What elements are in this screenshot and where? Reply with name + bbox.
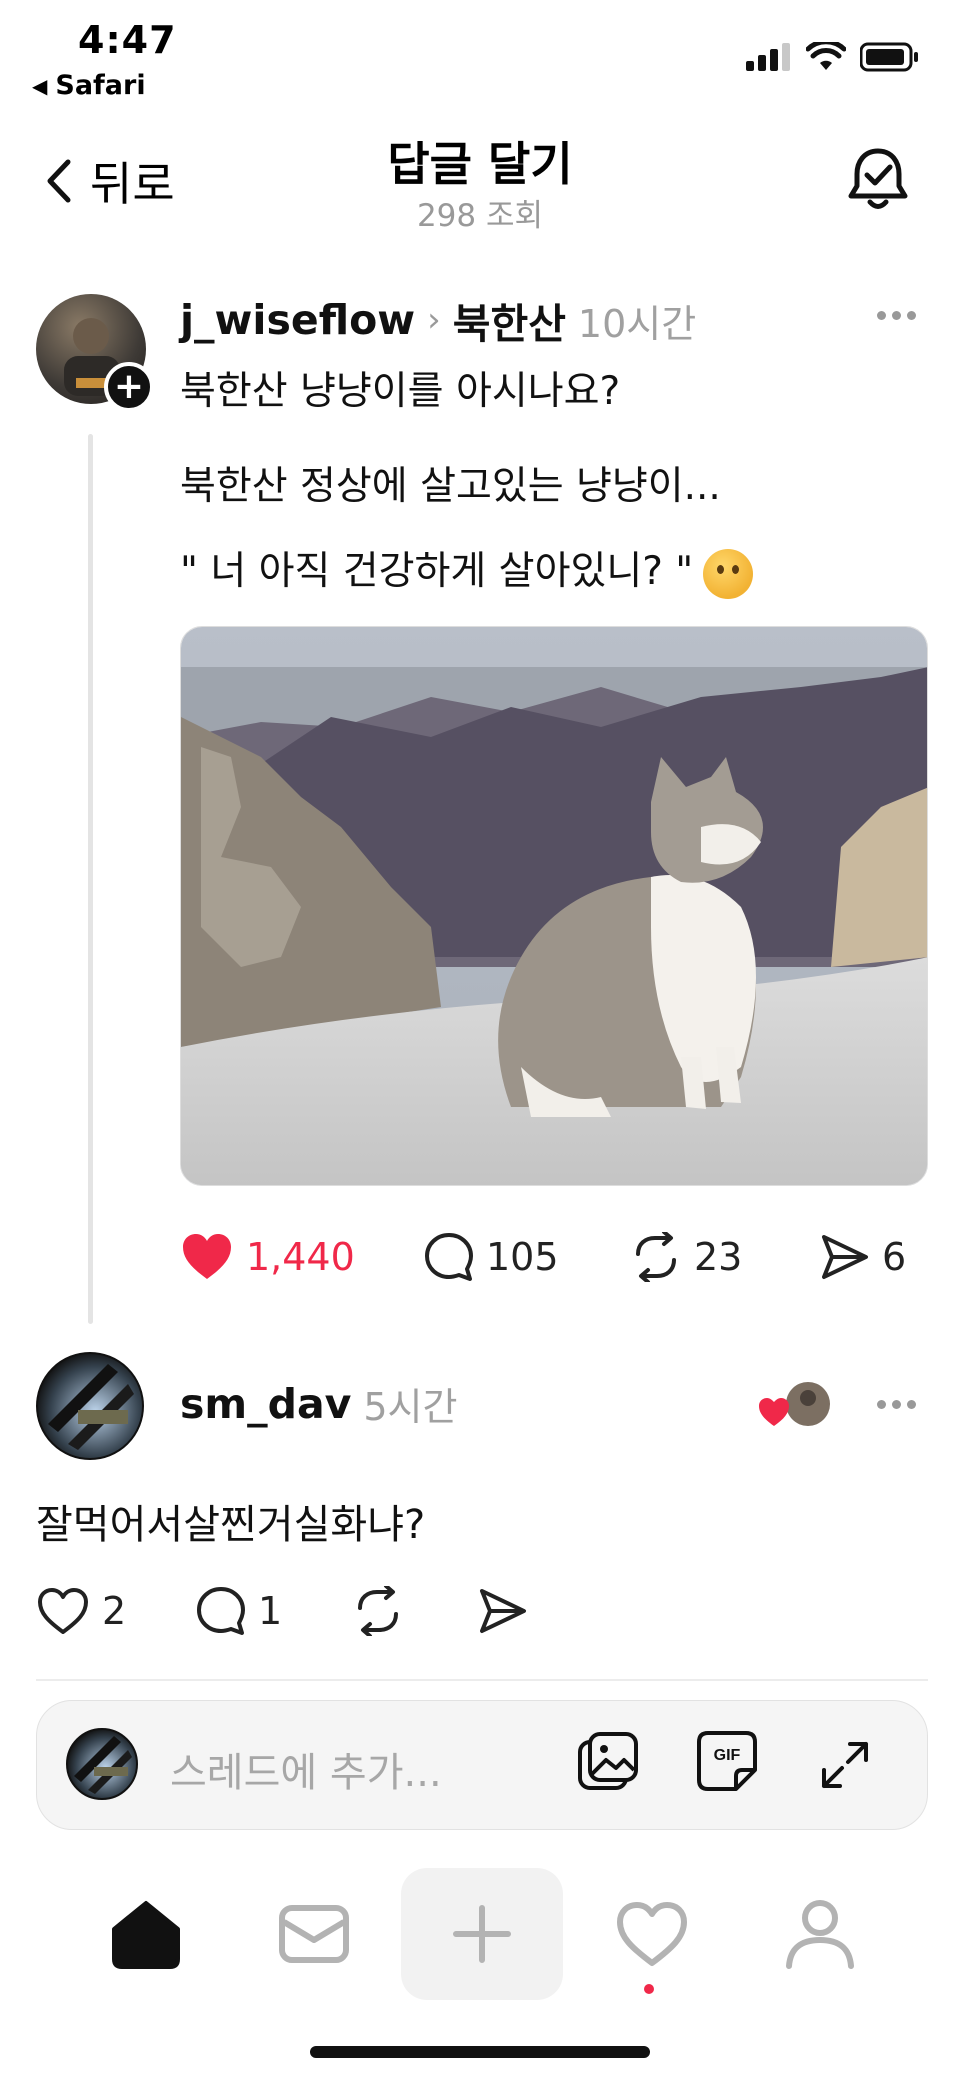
more-dot <box>877 311 886 320</box>
profile-icon <box>786 1900 854 1969</box>
reply-repost-button[interactable] <box>352 1586 478 1636</box>
back-triangle-icon: ◀ <box>32 73 48 98</box>
comment-count: 105 <box>486 1235 559 1279</box>
thinking-face-emoji-icon <box>703 548 754 599</box>
author-liked-badge <box>758 1380 834 1430</box>
avatar-photo <box>48 1364 134 1450</box>
comment-bubble-icon <box>197 1587 245 1635</box>
plus-icon <box>453 1905 511 1963</box>
add-image-button[interactable] <box>576 1730 642 1800</box>
divider <box>36 1679 928 1681</box>
more-dot <box>892 1400 901 1409</box>
tab-create[interactable] <box>401 1868 563 2000</box>
heart-filled-icon <box>183 1234 231 1279</box>
reply-comment-count: 1 <box>258 1589 283 1633</box>
repost-icon <box>358 1586 398 1636</box>
liked-by-author-avatar <box>759 1382 830 1426</box>
reply-username[interactable]: sm_dav <box>180 1380 351 1428</box>
signal-icon <box>746 43 790 71</box>
home-indicator <box>310 2046 650 2058</box>
share-button[interactable]: 6 <box>820 1233 906 1281</box>
battery-icon <box>860 42 918 72</box>
post-line-3: " 너 아직 건강하게 살아있니? " <box>180 540 754 599</box>
reply-author-avatar[interactable] <box>36 1352 144 1460</box>
reply-like-button[interactable]: 2 <box>36 1586 196 1636</box>
post-time: 10시간 <box>577 301 697 346</box>
image-icon <box>578 1732 638 1790</box>
status-icons <box>746 42 920 72</box>
reply-actions: 2 1 <box>36 1586 528 1636</box>
send-icon <box>480 1589 526 1633</box>
view-count: 298 조회 <box>416 198 544 234</box>
community-link[interactable]: 북한산 <box>453 290 566 350</box>
post-actions: 1,440 105 23 6 <box>180 1232 928 1282</box>
gif-icon: GIF <box>697 1731 757 1791</box>
more-dot <box>877 1400 886 1409</box>
repost-icon <box>636 1232 676 1282</box>
share-count: 6 <box>882 1235 907 1279</box>
status-time: 4:47 <box>78 18 177 62</box>
reply-text: 잘먹어서살찐거실화냐? <box>36 1502 426 1548</box>
tab-messages[interactable] <box>234 1868 394 2000</box>
heart-outline-icon <box>38 1588 88 1634</box>
send-icon <box>822 1235 868 1279</box>
post-meta: j_wiseflow › 북한산 10시간 <box>180 290 696 350</box>
follow-plus-button[interactable]: + <box>104 362 154 412</box>
activity-dot <box>644 1984 654 1994</box>
comment-button[interactable]: 105 <box>424 1232 630 1282</box>
repost-count: 23 <box>694 1235 743 1279</box>
expand-icon <box>822 1742 868 1788</box>
page-title: 답글 달기 <box>387 137 573 191</box>
mail-icon <box>279 1905 349 1963</box>
back-app-label: Safari <box>55 70 146 101</box>
tab-profile[interactable] <box>740 1868 900 2000</box>
comment-bubble-icon <box>425 1233 473 1281</box>
add-gif-button[interactable]: GIF <box>696 1730 758 1796</box>
cat-on-mountain-image <box>181 627 927 1185</box>
reply-time: 5시간 <box>363 1385 458 1429</box>
composer-input[interactable]: 스레드에 추가... <box>170 1740 442 1798</box>
wifi-icon <box>806 42 846 70</box>
post-line-1: 북한산 냥냥이를 아시나요? <box>180 369 621 414</box>
post-line-3-text: " 너 아직 건강하게 살아있니? " <box>180 549 694 594</box>
expand-composer-button[interactable] <box>820 1740 870 1794</box>
tab-home[interactable] <box>66 1868 226 2000</box>
avatar-photo <box>74 1736 132 1794</box>
tab-activity[interactable] <box>572 1868 732 2000</box>
post-line-2: 북한산 정상에 살고있는 냥냥이... <box>180 464 721 509</box>
reply-meta: sm_dav 5시간 <box>180 1376 457 1431</box>
more-dot <box>907 311 916 320</box>
post-photo[interactable] <box>180 626 928 1186</box>
more-dot <box>907 1400 916 1409</box>
reply-like-count: 2 <box>102 1589 127 1633</box>
like-count: 1,440 <box>246 1235 355 1279</box>
back-to-app-link[interactable]: ◀ Safari <box>32 70 146 101</box>
like-button[interactable]: 1,440 <box>180 1232 424 1282</box>
bell-check-icon <box>848 148 908 209</box>
reply-more-button[interactable] <box>877 1400 916 1409</box>
heart-icon <box>617 1902 687 1966</box>
chevron-right-icon: › <box>427 300 441 340</box>
post-username[interactable]: j_wiseflow <box>180 296 415 344</box>
composer-avatar <box>66 1728 138 1800</box>
home-icon <box>112 1901 180 1969</box>
reply-share-button[interactable] <box>478 1587 528 1635</box>
post-more-button[interactable] <box>877 311 916 320</box>
notification-bell-button[interactable] <box>846 146 910 218</box>
thread-line <box>88 434 93 1324</box>
plus-icon: + <box>113 366 145 407</box>
svg-text:GIF: GIF <box>714 1747 741 1764</box>
more-dot <box>892 311 901 320</box>
repost-button[interactable]: 23 <box>630 1232 820 1282</box>
reply-comment-button[interactable]: 1 <box>196 1586 352 1636</box>
